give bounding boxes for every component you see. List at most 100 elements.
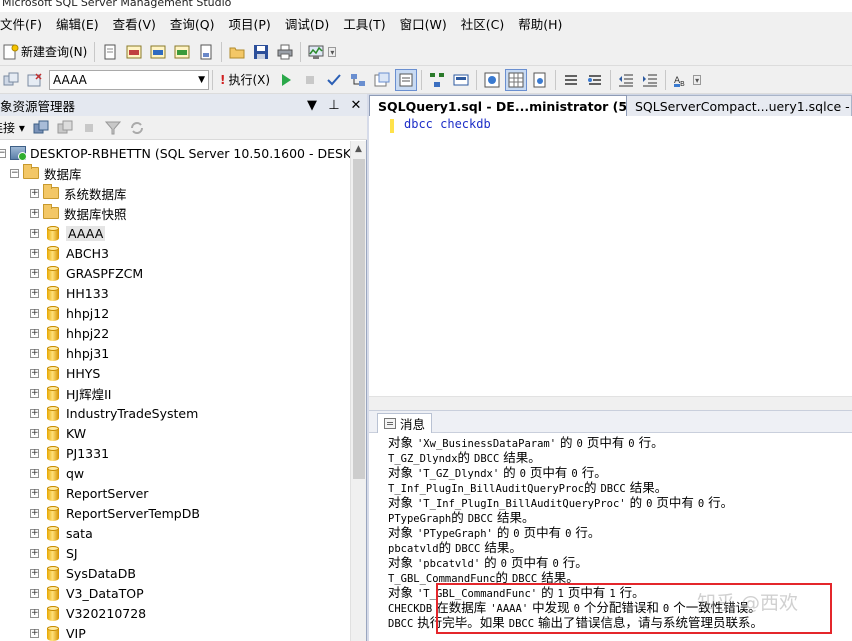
database-node[interactable]: + V320210728 [30, 603, 146, 623]
database-node[interactable]: + sata [30, 523, 93, 543]
scrollbar-thumb[interactable] [353, 159, 365, 479]
database-node[interactable]: + HHYS [30, 363, 100, 383]
database-node[interactable]: + ABCH3 [30, 243, 109, 263]
sql-compact-query-button[interactable] [195, 41, 217, 63]
disconnect-button[interactable] [54, 117, 76, 139]
include-client-statistics-button[interactable] [450, 69, 472, 91]
pin-icon[interactable]: ⊥ [323, 98, 345, 113]
expand-toggle-icon[interactable]: + [30, 388, 39, 398]
database-node[interactable]: + IndustryTradeSystem [30, 403, 198, 423]
expand-toggle-icon[interactable]: + [30, 268, 39, 278]
menu-edit[interactable]: 编辑(E) [49, 12, 106, 38]
save-button[interactable] [250, 41, 272, 63]
debug-button[interactable] [275, 69, 297, 91]
expand-toggle-icon[interactable]: + [30, 548, 39, 558]
connect-object-explorer-button[interactable] [30, 117, 52, 139]
decrease-indent-button[interactable] [615, 69, 637, 91]
intellisense-button[interactable] [395, 68, 418, 91]
expand-toggle-icon[interactable]: + [30, 488, 39, 498]
databases-folder-node[interactable]: − 数据库 [10, 163, 82, 183]
window-position-button[interactable]: ▼ [301, 98, 323, 113]
save-all-button[interactable] [274, 41, 296, 63]
expand-toggle-icon[interactable]: + [30, 208, 39, 218]
results-to-text-button[interactable] [481, 69, 503, 91]
execute-button[interactable]: ! 执行(X) [217, 69, 273, 91]
available-databases-select[interactable]: AAAA ▼ [49, 69, 209, 90]
expand-toggle-icon[interactable]: + [30, 628, 39, 638]
collapse-toggle-icon[interactable]: − [10, 168, 19, 178]
expand-toggle-icon[interactable]: + [30, 328, 39, 338]
expand-toggle-icon[interactable]: + [30, 248, 39, 258]
uncomment-button[interactable] [584, 69, 606, 91]
database-node[interactable]: + hhpj12 [30, 303, 109, 323]
object-explorer-scrollbar[interactable]: ▲ [350, 141, 366, 641]
dmx-query-button[interactable] [147, 41, 169, 63]
menu-tools[interactable]: 工具(T) [336, 12, 392, 38]
tab-sqlservercompact-query[interactable]: SQLServerCompact...uery1.sqlce - 未连 [627, 95, 852, 116]
change-connection-button[interactable] [24, 69, 46, 91]
connect-button[interactable] [0, 69, 22, 91]
stop-button[interactable] [299, 69, 321, 91]
database-node[interactable]: + VIP [30, 623, 86, 641]
database-node[interactable]: + SJ [30, 543, 78, 563]
activity-monitor-button[interactable] [305, 41, 327, 63]
stop-button[interactable] [78, 117, 100, 139]
tree-folder-system-databases[interactable]: + 系统数据库 [30, 183, 127, 203]
server-node[interactable]: − DESKTOP-RBHETTN (SQL Server 10.50.1600… [0, 143, 350, 163]
expand-toggle-icon[interactable]: + [30, 428, 39, 438]
collapse-toggle-icon[interactable]: − [0, 148, 6, 158]
expand-toggle-icon[interactable]: + [30, 468, 39, 478]
tree-folder-database-snapshots[interactable]: + 数据库快照 [30, 203, 127, 223]
database-node[interactable]: + HJ辉煌II [30, 383, 111, 403]
query-options-button[interactable] [371, 69, 393, 91]
results-to-file-button[interactable] [529, 69, 551, 91]
tab-sqlquery1[interactable]: SQLQuery1.sql - DE...ministrator (54))* [369, 95, 627, 116]
database-node[interactable]: + KW [30, 423, 86, 443]
toolbar-overflow-button[interactable]: ▾ [328, 46, 337, 57]
database-node[interactable]: + GRASPFZCM [30, 263, 143, 283]
database-node[interactable]: + V3_DataTOP [30, 583, 144, 603]
expand-toggle-icon[interactable]: + [30, 348, 39, 358]
expand-toggle-icon[interactable]: + [30, 188, 39, 198]
tab-messages[interactable]: 消息 [377, 413, 433, 433]
database-node[interactable]: + HH133 [30, 283, 109, 303]
expand-toggle-icon[interactable]: + [30, 228, 39, 238]
menu-query[interactable]: 查询(Q) [163, 12, 222, 38]
query-text[interactable]: dbcc checkdb [404, 117, 491, 131]
include-actual-plan-button[interactable] [426, 69, 448, 91]
menu-debug[interactable]: 调试(D) [278, 12, 336, 38]
refresh-button[interactable] [126, 117, 148, 139]
increase-indent-button[interactable] [639, 69, 661, 91]
specify-template-values-button[interactable]: AB [670, 69, 692, 91]
editor-horizontal-scrollbar[interactable] [369, 396, 852, 410]
open-file-button[interactable] [226, 41, 248, 63]
expand-toggle-icon[interactable]: + [30, 508, 39, 518]
connect-dropdown-button[interactable]: 连接 ▾ [0, 117, 28, 139]
expand-toggle-icon[interactable]: + [30, 588, 39, 598]
close-icon[interactable]: ✕ [345, 98, 367, 113]
database-node[interactable]: + hhpj31 [30, 343, 109, 363]
database-node[interactable]: + AAAA [30, 223, 106, 243]
mdx-query-button[interactable] [123, 41, 145, 63]
menu-file[interactable]: 文件(F) [0, 12, 49, 38]
expand-toggle-icon[interactable]: + [30, 568, 39, 578]
xmla-query-button[interactable] [171, 41, 193, 63]
menu-community[interactable]: 社区(C) [454, 12, 511, 38]
database-node[interactable]: + hhpj22 [30, 323, 109, 343]
filter-button[interactable] [102, 117, 124, 139]
database-node[interactable]: + ReportServerTempDB [30, 503, 200, 523]
database-node[interactable]: + ReportServer [30, 483, 148, 503]
menu-project[interactable]: 项目(P) [222, 12, 278, 38]
comment-out-button[interactable] [560, 69, 582, 91]
expand-toggle-icon[interactable]: + [30, 368, 39, 378]
parse-button[interactable] [323, 69, 345, 91]
expand-toggle-icon[interactable]: + [30, 288, 39, 298]
database-node[interactable]: + SysDataDB [30, 563, 136, 583]
new-file-button[interactable] [99, 41, 121, 63]
toolbar-overflow-button[interactable]: ▾ [693, 74, 702, 85]
database-node[interactable]: + qw [30, 463, 84, 483]
menu-window[interactable]: 窗口(W) [393, 12, 454, 38]
menu-help[interactable]: 帮助(H) [511, 12, 569, 38]
results-to-grid-button[interactable] [505, 68, 528, 91]
expand-toggle-icon[interactable]: + [30, 308, 39, 318]
